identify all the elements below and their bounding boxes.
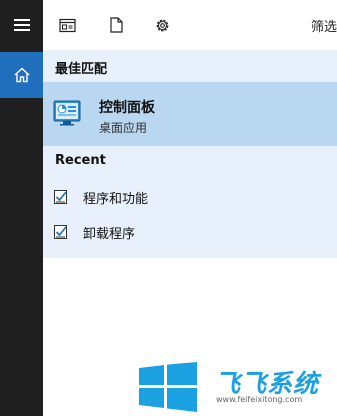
hamburger-menu-button[interactable] xyxy=(0,0,43,50)
document-list-icon[interactable] xyxy=(58,16,76,34)
best-match-header: 最佳匹配 xyxy=(55,62,108,77)
file-icon[interactable] xyxy=(107,16,125,34)
top-toolbar: 筛选 xyxy=(43,0,337,50)
result-title: 控制面板 xyxy=(99,100,155,116)
search-results-pane: 筛选 最佳匹配 控制面板 桌面应用 Recent 程序和功能 卸载程序 飞飞系统… xyxy=(43,0,337,416)
filter-button[interactable]: 筛选 xyxy=(311,16,337,35)
recent-header: Recent xyxy=(55,153,106,168)
watermark-website: www.feifeixitong.com xyxy=(216,395,303,404)
recent-item-label: 程序和功能 xyxy=(83,192,149,207)
hamburger-icon xyxy=(13,19,30,31)
best-match-result[interactable]: 控制面板 桌面应用 xyxy=(43,82,337,146)
checklist-icon xyxy=(54,225,67,239)
empty-area: 飞飞系统 www.feifeixitong.com xyxy=(43,258,337,416)
control-panel-icon xyxy=(53,100,81,126)
recent-item-label: 卸载程序 xyxy=(83,227,136,242)
checklist-icon xyxy=(54,190,67,204)
result-subtitle: 桌面应用 xyxy=(99,121,148,135)
sidebar xyxy=(0,0,43,416)
windows-logo-icon xyxy=(139,362,197,412)
home-icon xyxy=(14,67,29,83)
home-button[interactable] xyxy=(0,52,43,98)
gear-icon[interactable] xyxy=(153,16,171,34)
recent-item-uninstall[interactable]: 卸载程序 xyxy=(43,215,337,249)
recent-item-programs-features[interactable]: 程序和功能 xyxy=(43,180,337,214)
